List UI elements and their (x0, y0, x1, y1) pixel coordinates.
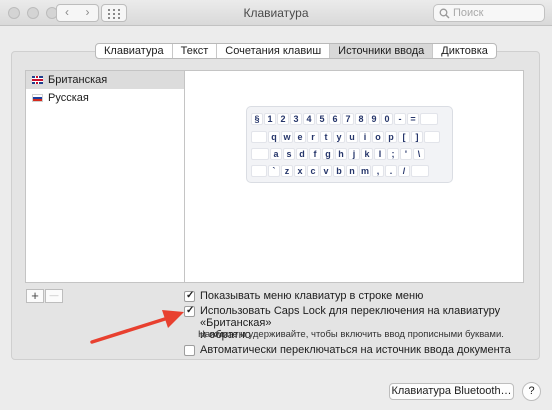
help-icon: ? (528, 385, 535, 397)
bluetooth-keyboard-button[interactable]: Клавиатура Bluetooth… (389, 383, 514, 400)
help-button[interactable]: ? (522, 382, 541, 401)
annotation-arrow-icon (90, 310, 184, 344)
